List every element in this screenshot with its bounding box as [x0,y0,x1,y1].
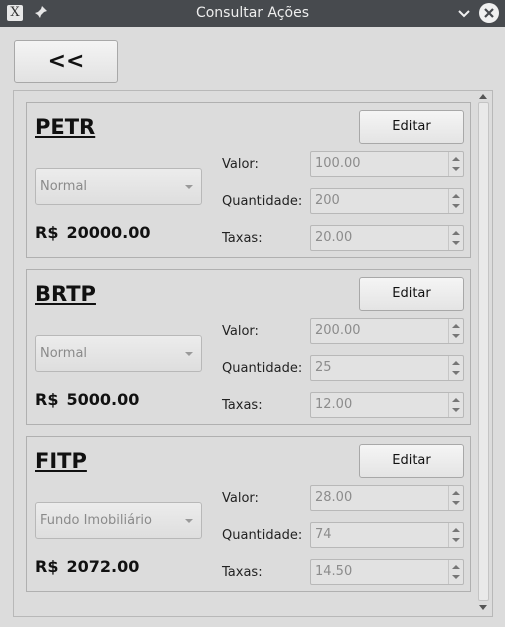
taxas-field[interactable]: 12.00 [310,392,464,418]
quantidade-spinner[interactable] [448,356,463,380]
spin-down-icon[interactable] [452,241,460,245]
spin-up-icon[interactable] [452,398,460,402]
total-value: 2072.00 [66,557,140,576]
valor-value: 28.00 [315,490,353,505]
valor-spinner[interactable] [448,152,463,176]
chevron-down-icon[interactable] [456,5,472,21]
stock-total: R$ 5000.00 [35,390,139,409]
chevron-down-icon [185,352,193,356]
spin-down-icon[interactable] [452,167,460,171]
window-title: Consultar Ações [195,5,310,21]
stock-total: R$ 20000.00 [35,223,150,242]
spin-down-icon[interactable] [452,408,460,412]
stock-type-select[interactable]: Fundo Imobiliário [35,502,202,539]
taxas-label: Taxas: [222,398,263,413]
stock-type-select[interactable]: Normal [35,335,202,372]
spin-up-icon[interactable] [452,361,460,365]
taxas-value: 20.00 [315,230,353,245]
scroll-down-arrow-icon[interactable] [479,605,487,610]
spin-up-icon[interactable] [452,231,460,235]
currency-label: R$ [35,223,59,242]
currency-label: R$ [35,557,59,576]
edit-button[interactable]: Editar [359,444,464,478]
stock-ticker: BRTP [35,282,96,306]
valor-field[interactable]: 200.00 [310,318,464,344]
valor-label: Valor: [222,157,259,172]
stock-type-select[interactable]: Normal [35,168,202,205]
valor-spinner[interactable] [448,319,463,343]
stock-type-value: Normal [40,346,88,361]
taxas-label: Taxas: [222,231,263,246]
quantidade-label: Quantidade: [222,528,303,543]
valor-field[interactable]: 100.00 [310,151,464,177]
valor-label: Valor: [222,324,259,339]
taxas-spinner[interactable] [448,393,463,417]
stock-ticker: FITP [35,449,87,473]
spin-up-icon[interactable] [452,565,460,569]
stock-card-fitp: FITP Editar Fundo Imobiliário R$ 2072.00 … [26,436,471,592]
spin-up-icon[interactable] [452,491,460,495]
chevron-down-icon [185,185,193,189]
taxas-field[interactable]: 14.50 [310,559,464,585]
taxas-value: 12.00 [315,397,353,412]
scroll-up-arrow-icon[interactable] [479,94,487,99]
spin-down-icon[interactable] [452,334,460,338]
back-button[interactable]: << [14,40,118,83]
spin-up-icon[interactable] [452,324,460,328]
taxas-spinner[interactable] [448,226,463,250]
quantidade-value: 74 [315,527,332,542]
quantidade-field[interactable]: 74 [310,522,464,548]
stock-card-brtp: BRTP Editar Normal R$ 5000.00 Valor: 200.… [26,269,471,425]
quantidade-value: 25 [315,360,332,375]
taxas-value: 14.50 [315,564,353,579]
valor-value: 100.00 [315,156,361,171]
spin-up-icon[interactable] [452,528,460,532]
stock-type-value: Fundo Imobiliário [40,513,152,528]
quantidade-label: Quantidade: [222,361,303,376]
quantidade-field[interactable]: 25 [310,355,464,381]
quantidade-spinner[interactable] [448,523,463,547]
valor-field[interactable]: 28.00 [310,485,464,511]
close-icon[interactable] [479,3,499,23]
taxas-field[interactable]: 20.00 [310,225,464,251]
spin-down-icon[interactable] [452,371,460,375]
spin-up-icon[interactable] [452,157,460,161]
stock-card-petr: PETR Editar Normal R$ 20000.00 Valor: 100… [26,102,471,258]
total-value: 5000.00 [66,390,140,409]
stock-type-value: Normal [40,179,88,194]
quantidade-label: Quantidade: [222,194,303,209]
total-value: 20000.00 [66,223,151,242]
currency-label: R$ [35,390,59,409]
quantidade-spinner[interactable] [448,189,463,213]
title-bar: X Consultar Ações [0,0,505,27]
spin-down-icon[interactable] [452,204,460,208]
spin-down-icon[interactable] [452,575,460,579]
edit-button[interactable]: Editar [359,110,464,144]
spin-up-icon[interactable] [452,194,460,198]
scrollbar-track[interactable] [478,102,489,601]
valor-spinner[interactable] [448,486,463,510]
chevron-down-icon [185,519,193,523]
quantidade-field[interactable]: 200 [310,188,464,214]
stock-total: R$ 2072.00 [35,557,139,576]
stock-ticker: PETR [35,115,96,139]
taxas-spinner[interactable] [448,560,463,584]
quantidade-value: 200 [315,193,340,208]
valor-label: Valor: [222,491,259,506]
taxas-label: Taxas: [222,565,263,580]
vertical-scrollbar[interactable] [476,90,491,616]
spin-down-icon[interactable] [452,538,460,542]
spin-down-icon[interactable] [452,501,460,505]
valor-value: 200.00 [315,323,361,338]
edit-button[interactable]: Editar [359,277,464,311]
